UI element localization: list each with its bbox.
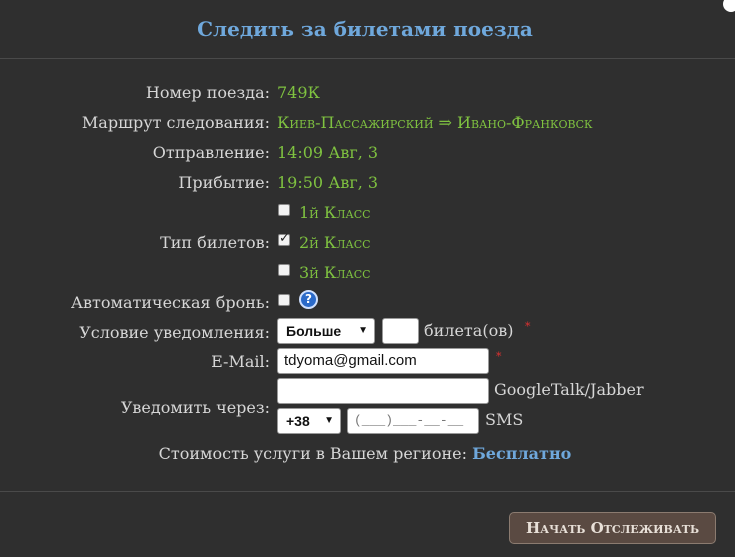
start-tracking-button[interactable]: Начать Отслеживать — [509, 512, 716, 544]
email-field[interactable]: tdyoma@gmail.com — [277, 348, 489, 374]
departure-value: 14:09 Авг, 3 — [277, 143, 379, 162]
route-value: Киев-Пассажирский ⇒ Ивано-Франковск — [277, 113, 593, 132]
class-2-label: 2й Класс — [299, 233, 371, 252]
chevron-down-icon: ▼ — [358, 325, 368, 336]
arrival-value: 19:50 Авг, 3 — [277, 173, 379, 192]
auto-booking-label: Автоматическая бронь: — [70, 293, 270, 312]
condition-select[interactable]: Больше ▼ — [277, 318, 375, 344]
required-mark: * — [525, 320, 531, 333]
dialog-title: Следить за билетами поезда — [197, 17, 533, 41]
ticket-count-suffix: билета(ов) — [424, 321, 514, 340]
auto-booking-checkbox[interactable] — [278, 294, 290, 306]
train-number-value: 749К — [277, 83, 320, 102]
class-1-label: 1й Класс — [299, 203, 371, 222]
notify-condition-label: Условие уведомления: — [79, 323, 270, 342]
departure-label: Отправление: — [152, 143, 270, 162]
route-label: Маршрут следования: — [81, 113, 270, 132]
divider — [0, 491, 735, 492]
sms-suffix: SMS — [485, 410, 524, 429]
service-cost-value: Бесплатно — [472, 444, 572, 463]
service-cost: Стоимость услуги в Вашем регионе: Беспла… — [0, 444, 730, 463]
class-1-checkbox[interactable] — [278, 204, 290, 216]
notify-via-label: Уведомить через: — [120, 398, 270, 417]
jabber-input[interactable] — [277, 378, 489, 404]
chevron-down-icon: ▼ — [324, 415, 334, 426]
train-number-label: Номер поезда: — [145, 83, 270, 102]
track-tickets-dialog: Следить за билетами поезда Номер поезда:… — [0, 0, 735, 557]
class-3-checkbox[interactable] — [278, 264, 290, 276]
class-2-checkbox[interactable] — [278, 231, 290, 246]
arrival-label: Прибытие: — [178, 173, 270, 192]
ticket-type-label: Тип билетов: — [160, 233, 270, 252]
divider — [0, 58, 735, 59]
phone-input[interactable]: (___)___-__-__ — [347, 408, 479, 434]
email-label: E-Mail: — [211, 352, 270, 371]
phone-code-value: +38 — [286, 413, 310, 429]
ticket-count-input[interactable] — [382, 318, 419, 344]
jabber-suffix: GoogleTalk/Jabber — [494, 380, 644, 399]
service-cost-label: Стоимость услуги в Вашем регионе: — [158, 444, 467, 463]
condition-select-value: Больше — [286, 323, 342, 339]
class-3-label: 3й Класс — [299, 263, 371, 282]
required-mark: * — [496, 350, 502, 363]
phone-code-select[interactable]: +38 ▼ — [277, 408, 341, 434]
question-icon[interactable]: ? — [299, 290, 318, 309]
